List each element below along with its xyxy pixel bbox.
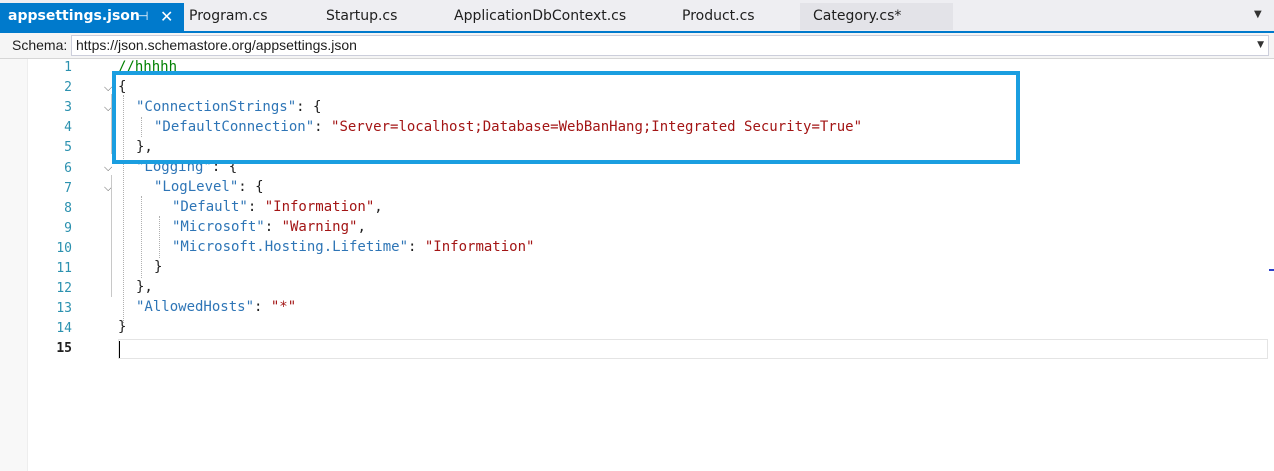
- code-line-12: },: [136, 279, 153, 295]
- code-line-8: "Default": "Information",: [172, 199, 383, 215]
- document-tab-strip: appsettings.json ⊣ ✕ Program.cs Startup.…: [0, 0, 1274, 33]
- line-number: 14: [56, 321, 72, 336]
- annotation-highlight-box: [112, 71, 1020, 164]
- schema-bar: Schema: https://json.schemastore.org/app…: [0, 33, 1274, 59]
- line-number: 3: [64, 100, 72, 115]
- tab-appsettings-json[interactable]: appsettings.json ⊣ ✕: [0, 3, 184, 31]
- line-number: 10: [56, 241, 72, 256]
- json-string-value: "*": [270, 299, 297, 315]
- line-number: 5: [64, 140, 72, 155]
- tab-startup-cs[interactable]: Startup.cs: [326, 3, 397, 30]
- tab-label: appsettings.json: [8, 8, 140, 24]
- code-punctuation: ,: [374, 199, 383, 215]
- code-punctuation: },: [136, 279, 153, 295]
- tab-label: ApplicationDbContext.cs: [454, 8, 627, 24]
- scrollbar-marker: [1269, 269, 1274, 271]
- line-number: 13: [56, 301, 72, 316]
- current-line-highlight: [118, 339, 1268, 359]
- tab-label: Product.cs: [682, 8, 755, 24]
- line-number: 7: [64, 181, 72, 196]
- code-punctuation: :: [247, 199, 265, 215]
- tab-label: Program.cs: [189, 8, 268, 24]
- json-key: "AllowedHosts": [136, 299, 255, 315]
- line-number: 12: [56, 281, 72, 296]
- tab-program-cs[interactable]: Program.cs: [189, 3, 268, 30]
- chevron-down-icon[interactable]: ▼: [1257, 40, 1264, 50]
- schema-label: Schema:: [12, 37, 68, 53]
- code-line-11: }: [154, 259, 162, 275]
- schema-value[interactable]: https://json.schemastore.org/appsettings…: [76, 37, 357, 53]
- indicator-margin: [0, 59, 28, 471]
- json-string-value: "Warning": [281, 219, 358, 235]
- line-number: 6: [64, 161, 72, 176]
- code-punctuation: :: [264, 219, 282, 235]
- code-editor[interactable]: 1 2 3 4 5 6 7 8 10 9 11 12 13 14 15 ⌵ ⌵ …: [0, 59, 1274, 471]
- line-number: 1: [64, 60, 72, 75]
- line-number: 8: [64, 201, 72, 216]
- line-number: 2: [64, 80, 72, 95]
- tab-applicationdbcontext-cs[interactable]: ApplicationDbContext.cs: [454, 3, 626, 30]
- tab-label: Startup.cs: [326, 8, 398, 24]
- code-punctuation: :: [408, 239, 425, 255]
- pin-icon[interactable]: ⊣: [138, 3, 148, 30]
- code-line-7: "LogLevel": {: [154, 179, 264, 195]
- line-number: 9: [64, 221, 72, 236]
- json-string-value: "Information": [264, 199, 375, 215]
- json-key: "LogLevel": [154, 179, 239, 195]
- tab-label: Category.cs*: [813, 8, 902, 24]
- indent-guide: [159, 216, 160, 258]
- code-punctuation: }: [154, 259, 163, 275]
- code-punctuation: }: [118, 319, 127, 335]
- code-line-13: "AllowedHosts": "*": [136, 299, 296, 315]
- json-key: "Microsoft": [172, 219, 265, 235]
- schema-combobox[interactable]: https://json.schemastore.org/appsettings…: [71, 35, 1269, 56]
- json-string-value: "Information": [424, 239, 535, 255]
- line-number: 4: [64, 120, 72, 135]
- code-punctuation: :: [254, 299, 271, 315]
- line-number: 11: [56, 261, 72, 276]
- code-punctuation: ,: [357, 219, 366, 235]
- text-caret: [119, 341, 120, 358]
- code-line-10: "Microsoft.Hosting.Lifetime": "Informati…: [172, 239, 534, 255]
- json-key: "Microsoft.Hosting.Lifetime": [172, 239, 409, 255]
- close-icon[interactable]: ✕: [160, 3, 173, 30]
- fold-guide: [111, 175, 112, 297]
- tab-category-cs[interactable]: Category.cs*: [800, 3, 953, 30]
- line-number-current: 15: [56, 341, 72, 356]
- code-line-14: }: [118, 319, 126, 335]
- indent-guide: [141, 196, 142, 278]
- tab-overflow-dropdown-icon[interactable]: ▼: [1254, 9, 1262, 20]
- code-line-9: "Microsoft": "Warning",: [172, 219, 366, 235]
- code-punctuation: : {: [238, 179, 264, 195]
- json-key: "Default": [172, 199, 248, 215]
- tab-product-cs[interactable]: Product.cs: [682, 3, 755, 30]
